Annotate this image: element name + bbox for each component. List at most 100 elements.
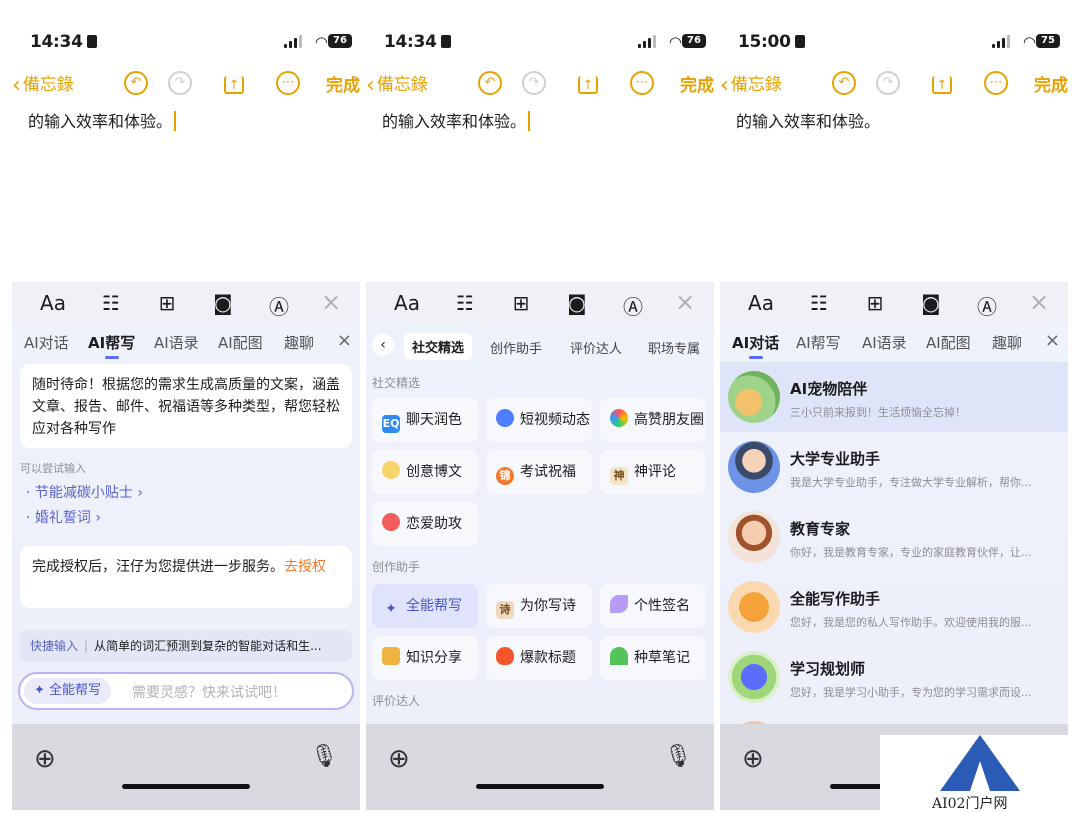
list-item[interactable]: 大学专业助手 我是大学专业助手，专注做大学专业解析，帮你... xyxy=(720,432,1068,502)
mic-icon[interactable]: 🎙 xyxy=(310,744,338,769)
list-item[interactable]: AI宠物陪伴 三小只前来报到！生活烦恼全忘掉！ xyxy=(720,362,1068,432)
chevron-left-icon[interactable]: ‹ xyxy=(372,334,394,356)
pen-icon[interactable]: Ⓐ xyxy=(618,291,648,320)
font-icon[interactable]: Aa xyxy=(38,291,68,315)
table-icon[interactable]: ⊞ xyxy=(506,291,536,315)
close-icon[interactable]: × xyxy=(316,288,346,316)
tab-ai-chat[interactable]: AI对话 xyxy=(24,332,69,353)
more-icon[interactable]: ⋯ xyxy=(630,71,654,95)
font-icon[interactable]: Aa xyxy=(392,291,422,315)
camera-icon[interactable]: ◙ xyxy=(208,291,238,315)
close-icon[interactable]: × xyxy=(1024,288,1054,316)
undo-icon[interactable]: ↶ xyxy=(478,71,502,95)
assistant-name: 全能写作助手 xyxy=(790,590,881,608)
status-bar: 14:34 ◠ 76 xyxy=(366,30,714,54)
mic-icon[interactable]: 🎙 xyxy=(664,744,692,769)
done-button[interactable]: 完成 xyxy=(1034,71,1068,96)
tab-ai-quotes[interactable]: AI语录 xyxy=(862,332,907,353)
tab-workplace[interactable]: 职场专属 xyxy=(648,338,700,357)
redo-icon[interactable]: ↷ xyxy=(522,71,546,95)
note-body[interactable]: 的输入效率和体验。 xyxy=(28,108,177,132)
tab-review-expert[interactable]: 评价达人 xyxy=(570,338,622,357)
globe-icon[interactable]: ⊕ xyxy=(742,744,764,774)
avatar xyxy=(728,371,780,423)
done-button[interactable]: 完成 xyxy=(680,71,714,96)
tab-fun-chat[interactable]: 趣聊 xyxy=(992,332,1022,353)
pill-moments[interactable]: 高赞朋友圈 xyxy=(600,398,706,442)
try-hint: 可以尝试输入 xyxy=(20,462,86,475)
pill-all-write[interactable]: ✦ 全能帮写 xyxy=(372,584,478,628)
tab-ai-write[interactable]: AI帮写 xyxy=(796,332,841,353)
more-icon[interactable]: ⋯ xyxy=(276,71,300,95)
pill-love-helper[interactable]: 恋爱助攻 xyxy=(372,502,478,546)
share-icon[interactable]: ↑ xyxy=(578,76,598,94)
tab-writing-assistant[interactable]: 创作助手 xyxy=(490,338,542,357)
battery-icon: 76 xyxy=(682,34,706,48)
back-button[interactable]: ‹ 備忘錄 xyxy=(366,70,428,98)
list-item[interactable] xyxy=(720,712,1068,724)
pill-creative-blog[interactable]: 创意博文 xyxy=(372,450,478,494)
share-icon[interactable]: ↑ xyxy=(224,76,244,94)
camera-icon[interactable]: ◙ xyxy=(916,291,946,315)
notes-nav-bar: ‹ 備忘錄 ↶ ↷ ↑ ⋯ 完成 xyxy=(12,68,360,98)
more-icon[interactable]: ⋯ xyxy=(984,71,1008,95)
pill-write-poem[interactable]: 诗为你写诗 xyxy=(486,584,592,628)
quick-input-bar[interactable]: 快捷输入 | 从简单的词汇预测到复杂的智能对话和生... xyxy=(20,630,352,662)
pill-knowledge[interactable]: 知识分享 xyxy=(372,636,478,680)
note-body[interactable]: 的输入效率和体验。 xyxy=(736,108,880,132)
tab-ai-chat[interactable]: AI对话 xyxy=(732,332,779,359)
undo-icon[interactable]: ↶ xyxy=(832,71,856,95)
table-icon[interactable]: ⊞ xyxy=(152,291,182,315)
suggestion-item[interactable]: · 节能减碳小贴士 › xyxy=(26,482,143,502)
status-bar: 15:00 ◠ 75 xyxy=(720,30,1068,54)
globe-icon[interactable]: ⊕ xyxy=(34,744,56,774)
tab-ai-quotes[interactable]: AI语录 xyxy=(154,332,199,353)
pill-viral-title[interactable]: 爆款标题 xyxy=(486,636,592,680)
list-item[interactable]: 教育专家 你好，我是教育专家，专业的家庭教育伙伴，让... xyxy=(720,502,1068,572)
signal-icon xyxy=(638,35,656,48)
font-icon[interactable]: Aa xyxy=(746,291,776,315)
back-button[interactable]: ‹ 備忘錄 xyxy=(12,70,74,98)
close-icon[interactable]: × xyxy=(337,330,352,351)
pill-seed-notes[interactable]: 种草笔记 xyxy=(600,636,706,680)
pill-short-video[interactable]: 短视频动态 xyxy=(486,398,592,442)
checklist-icon[interactable]: ☷ xyxy=(96,291,126,315)
pill-chat-polish[interactable]: EQ 聊天润色 xyxy=(372,398,478,442)
tab-ai-image[interactable]: AI配图 xyxy=(926,332,971,353)
globe-icon[interactable]: ⊕ xyxy=(388,744,410,774)
list-item[interactable]: 全能写作助手 您好，我是您的私人写作助手。欢迎使用我的服... xyxy=(720,572,1068,642)
share-icon[interactable]: ↑ xyxy=(932,76,952,94)
done-button[interactable]: 完成 xyxy=(326,71,360,96)
tab-social-picks[interactable]: 社交精选 xyxy=(404,333,473,360)
pen-icon[interactable]: Ⓐ xyxy=(264,291,294,320)
list-item[interactable]: 学习规划师 您好，我是学习小助手，专为您的学习需求而设... xyxy=(720,642,1068,712)
assistant-name: 大学专业助手 xyxy=(790,450,881,468)
pill-god-comment[interactable]: 神神评论 xyxy=(600,450,706,494)
close-icon[interactable]: × xyxy=(670,288,700,316)
sparkle-icon: ✦ xyxy=(385,601,397,617)
section-label: 创作助手 xyxy=(372,560,421,574)
pill-exam-blessing[interactable]: 锦考试祝福 xyxy=(486,450,592,494)
signal-icon xyxy=(992,35,1010,48)
note-body[interactable]: 的输入效率和体验。 xyxy=(382,108,531,132)
pen-icon[interactable]: Ⓐ xyxy=(972,291,1002,320)
close-icon[interactable]: × xyxy=(1045,330,1060,351)
tab-ai-image[interactable]: AI配图 xyxy=(218,332,263,353)
ai-input-bar[interactable]: ✦ 全能帮写 需要灵感？快来试试吧！ xyxy=(18,672,354,710)
suggestion-item[interactable]: · 婚礼誓词 › xyxy=(26,507,101,527)
notes-nav-bar: ‹ 備忘錄 ↶ ↷ ↑ ⋯ 完成 xyxy=(366,68,714,98)
camera-icon[interactable]: ◙ xyxy=(562,291,592,315)
checklist-icon[interactable]: ☷ xyxy=(804,291,834,315)
table-icon[interactable]: ⊞ xyxy=(860,291,890,315)
pill-signature[interactable]: 个性签名 xyxy=(600,584,706,628)
redo-icon[interactable]: ↷ xyxy=(168,71,192,95)
redo-icon[interactable]: ↷ xyxy=(876,71,900,95)
tab-ai-write[interactable]: AI帮写 xyxy=(88,332,135,359)
auth-link[interactable]: 去授权 xyxy=(284,559,326,575)
watermark-logo: AI02门户网 xyxy=(880,735,1080,812)
undo-icon[interactable]: ↶ xyxy=(124,71,148,95)
back-button[interactable]: ‹ 備忘錄 xyxy=(720,70,782,98)
tab-fun-chat[interactable]: 趣聊 xyxy=(284,332,314,353)
checklist-icon[interactable]: ☷ xyxy=(450,291,480,315)
mode-chip[interactable]: ✦ 全能帮写 xyxy=(24,678,112,704)
